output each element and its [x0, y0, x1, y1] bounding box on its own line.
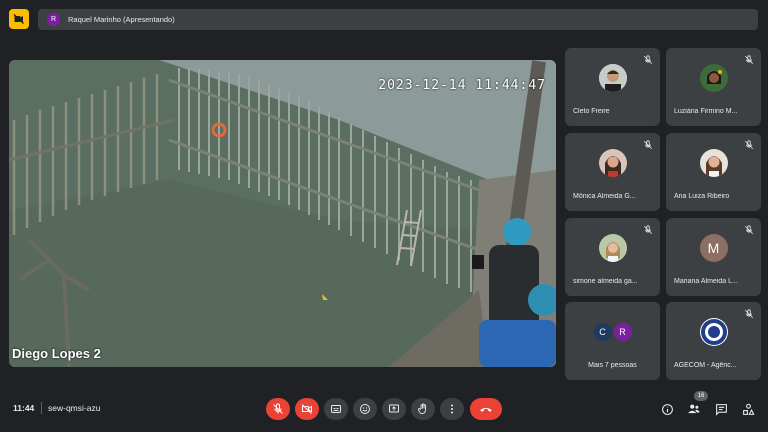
avatar: [598, 148, 627, 177]
video-timestamp: 2023-12-14 11:44:47: [378, 78, 546, 93]
clock: 11:44: [13, 403, 35, 413]
avatar: M: [699, 233, 728, 262]
mic-off-icon: [273, 403, 283, 414]
emoji-icon: [360, 404, 370, 414]
participant-tile[interactable]: Mônica Almeida G...: [565, 133, 660, 211]
presenter-label: Raquel Marinho (Apresentando): [68, 15, 175, 24]
divider: [41, 402, 42, 414]
participant-tile[interactable]: M Mariana Almeida L...: [666, 218, 761, 296]
meeting-code: sew-qmsi-azu: [48, 403, 101, 413]
raise-hand-button[interactable]: [411, 398, 435, 420]
activities-icon: [742, 403, 755, 415]
logo-avatar: [699, 317, 728, 346]
avatar: [598, 233, 627, 262]
raise-hand-icon: [418, 403, 426, 414]
mic-off-icon: [643, 225, 653, 235]
avatar: [699, 148, 728, 177]
mic-toggle-button[interactable]: [266, 398, 290, 420]
participant-name: Cleto Freire: [573, 108, 610, 115]
camera-off-badge[interactable]: [9, 9, 29, 29]
avatar: [598, 63, 627, 92]
grouped-avatars: C R: [593, 322, 632, 341]
more-options-icon: [451, 404, 453, 414]
participant-tile[interactable]: Cleto Freire: [565, 48, 660, 126]
captions-button[interactable]: [324, 398, 348, 420]
participant-tile[interactable]: simone almeida ga...: [565, 218, 660, 296]
meeting-info-button[interactable]: [659, 401, 675, 417]
participant-name: simone almeida ga...: [573, 278, 638, 285]
camera-off-icon: [301, 404, 312, 414]
more-participants-tile[interactable]: C R Mais 7 pessoas: [565, 302, 660, 380]
camera-toggle-button[interactable]: [295, 398, 319, 420]
end-call-button[interactable]: [470, 398, 502, 420]
present-button[interactable]: [382, 398, 406, 420]
camera-feed-image: [9, 60, 556, 367]
end-call-icon: [480, 407, 492, 412]
mic-off-icon: [643, 55, 653, 65]
chat-icon: [715, 403, 727, 416]
participant-name: Ana Luiza Ribeiro: [674, 193, 730, 200]
mic-off-icon: [744, 309, 754, 319]
reactions-button[interactable]: [353, 398, 377, 420]
activities-button[interactable]: [740, 401, 756, 417]
mic-off-icon: [744, 55, 754, 65]
mic-off-icon: [744, 225, 754, 235]
mic-off-icon: [643, 140, 653, 150]
present-icon: [389, 404, 399, 413]
people-count-badge: 16: [694, 391, 708, 401]
presenting-banner: R Raquel Marinho (Apresentando): [38, 9, 758, 30]
more-options-button[interactable]: [440, 398, 464, 420]
participant-name: AGECOM - Agênc...: [674, 362, 737, 369]
captions-icon: [331, 405, 341, 413]
info-icon: [661, 403, 673, 415]
chat-button[interactable]: [713, 401, 729, 417]
stage-participant-name: Diego Lopes 2: [12, 346, 101, 361]
participant-name: Luziária Firmino M...: [674, 108, 738, 115]
more-people-label: Mais 7 pessoas: [588, 362, 637, 369]
participant-name: Mônica Almeida G...: [573, 193, 636, 200]
presenter-avatar: R: [47, 13, 60, 26]
people-icon: [688, 404, 700, 414]
mic-off-icon: [744, 140, 754, 150]
people-button[interactable]: [686, 401, 702, 417]
avatar: R: [613, 322, 632, 341]
participant-name: Mariana Almeida L...: [674, 278, 738, 285]
participant-tile[interactable]: Luziária Firmino M...: [666, 48, 761, 126]
participant-tile[interactable]: Ana Luiza Ribeiro: [666, 133, 761, 211]
avatar: [699, 63, 728, 92]
participant-tile[interactable]: AGECOM - Agênc...: [666, 302, 761, 380]
main-video-stage[interactable]: 2023-12-14 11:44:47 Diego Lopes 2: [9, 60, 556, 367]
camera-off-icon: [13, 14, 24, 24]
avatar: C: [593, 322, 612, 341]
